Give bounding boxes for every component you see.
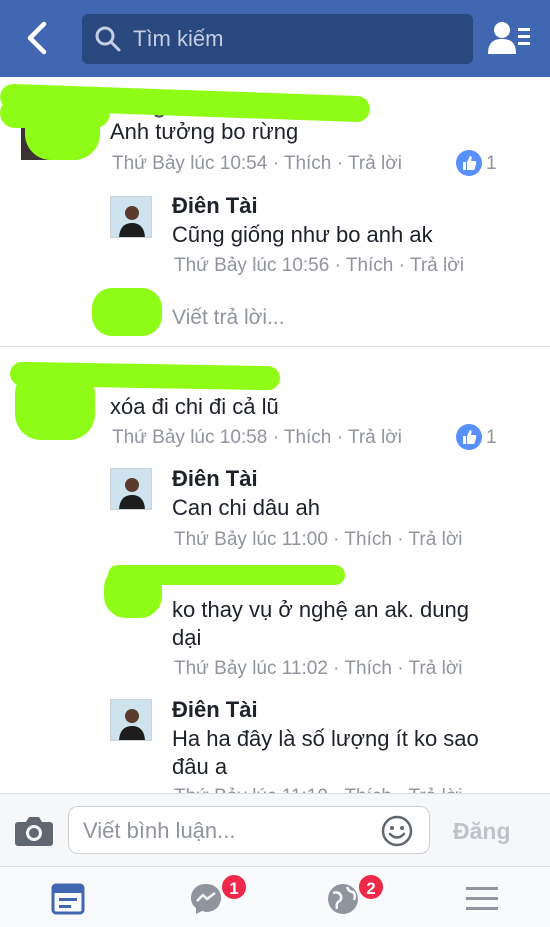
like-link[interactable]: Thích — [344, 529, 392, 550]
like-thumb-icon[interactable] — [456, 150, 482, 176]
news-feed-icon[interactable] — [50, 881, 86, 917]
reply-time[interactable]: Thứ Bảy lúc 11:00 — [174, 529, 328, 550]
reply-link[interactable]: Trả lời — [409, 658, 463, 679]
censor-scribble — [92, 288, 162, 336]
camera-icon[interactable] — [14, 814, 54, 848]
back-chevron-icon[interactable] — [22, 20, 54, 56]
search-placeholder: Tìm kiếm — [133, 26, 224, 51]
comment-meta: Thứ Bảy lúc 10:54 · Thích · Trả lời — [112, 153, 402, 174]
like-link[interactable]: Thích — [284, 153, 332, 174]
reply-time[interactable]: Thứ Bảy lúc 11:02 — [174, 658, 328, 679]
messenger-icon[interactable] — [188, 881, 224, 917]
reply-meta: Thứ Bảy lúc 11:02 · Thích · Trả lời — [174, 658, 463, 679]
post-button[interactable]: Đăng — [453, 818, 511, 845]
notifications-globe-icon[interactable] — [325, 881, 361, 917]
reply-text: Cũng giống như bo anh ak — [172, 222, 433, 247]
messenger-badge: 1 — [220, 873, 248, 901]
reply-link[interactable]: Trả lời — [348, 427, 402, 448]
replier-name[interactable]: Điên Tài — [172, 193, 258, 219]
search-icon — [95, 26, 121, 52]
like-link[interactable]: Thích — [344, 658, 392, 679]
reply-text-line-1: Ha ha đây là số lượng ít ko sao — [172, 726, 479, 751]
like-link[interactable]: Thích — [284, 427, 332, 448]
menu-hamburger-icon[interactable] — [464, 881, 500, 917]
reply-meta: Thứ Bảy lúc 10:56 · Thích · Trả lời — [174, 255, 464, 276]
reply-meta: Thứ Bảy lúc 11:00 · Thích · Trả lời — [174, 529, 463, 550]
comment-time[interactable]: Thứ Bảy lúc 10:54 — [112, 153, 267, 174]
bottom-tab-bar: 1 2 — [0, 866, 550, 927]
search-bar[interactable]: Tìm kiếm — [82, 14, 473, 64]
comment-text: xóa đi chi đi cả lũ — [110, 394, 279, 419]
replier-avatar[interactable] — [110, 468, 152, 510]
reply-text: Can chi dâu ah — [172, 495, 320, 520]
like-count: 1 — [486, 427, 497, 448]
replier-avatar[interactable] — [110, 699, 152, 741]
like-thumb-icon[interactable] — [456, 424, 482, 450]
reply-text-line-2: dại — [172, 625, 202, 650]
notifications-badge: 2 — [357, 873, 385, 901]
replier-avatar[interactable] — [110, 196, 152, 238]
replier-name[interactable]: Điên Tài — [172, 466, 258, 492]
reply-text-line-1: ko thay vụ ở nghệ an ak. dung — [172, 597, 469, 622]
censor-scribble — [15, 368, 95, 440]
comment-composer: Viết bình luận... Đăng — [0, 793, 550, 866]
like-link[interactable]: Thích — [346, 255, 394, 276]
top-navigation-bar: Tìm kiếm — [0, 0, 550, 77]
reply-time[interactable]: Thứ Bảy lúc 10:56 — [174, 255, 329, 276]
comment-text: Anh tưởng bo rừng — [110, 119, 299, 144]
reply-text-line-2: đâu a — [172, 754, 228, 779]
like-count: 1 — [486, 153, 497, 174]
reply-link[interactable]: Trả lời — [409, 529, 463, 550]
write-reply-link[interactable]: Viết trả lời... — [172, 306, 285, 330]
comment-time[interactable]: Thứ Bảy lúc 10:58 — [112, 427, 267, 448]
thread-divider — [0, 346, 550, 347]
replier-name[interactable]: Điên Tài — [172, 697, 258, 723]
comment-input[interactable]: Viết bình luận... — [68, 806, 430, 854]
emoji-icon[interactable] — [381, 815, 413, 847]
reply-link[interactable]: Trả lời — [348, 153, 402, 174]
censor-scribble — [104, 566, 162, 618]
friend-requests-icon[interactable] — [488, 20, 532, 56]
reply-link[interactable]: Trả lời — [410, 255, 464, 276]
comment-placeholder: Viết bình luận... — [83, 818, 236, 843]
comment-meta: Thứ Bảy lúc 10:58 · Thích · Trả lời — [112, 427, 402, 448]
censor-scribble — [0, 98, 110, 128]
